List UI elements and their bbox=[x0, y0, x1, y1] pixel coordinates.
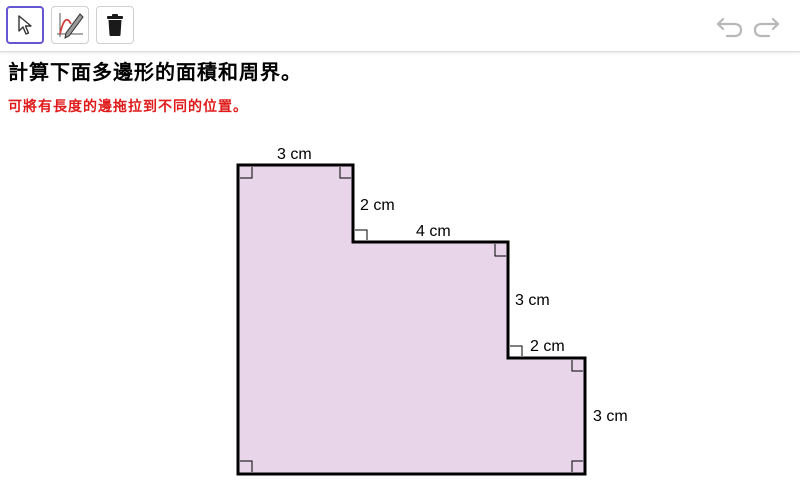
label-horizontal-2cm[interactable]: 2 cm bbox=[530, 338, 565, 355]
geometry-canvas[interactable]: 3 cm 2 cm 4 cm 3 cm 2 cm 3 cm bbox=[0, 0, 800, 500]
polygon-shape bbox=[236, 163, 587, 476]
label-vertical-3cm[interactable]: 3 cm bbox=[515, 292, 550, 309]
right-angle-marker bbox=[510, 345, 523, 356]
label-right-3cm[interactable]: 3 cm bbox=[593, 408, 628, 425]
label-vertical-2cm[interactable]: 2 cm bbox=[360, 197, 395, 214]
label-top-3cm[interactable]: 3 cm bbox=[277, 146, 312, 163]
label-horizontal-4cm[interactable]: 4 cm bbox=[416, 223, 451, 240]
right-angle-marker bbox=[355, 229, 368, 240]
